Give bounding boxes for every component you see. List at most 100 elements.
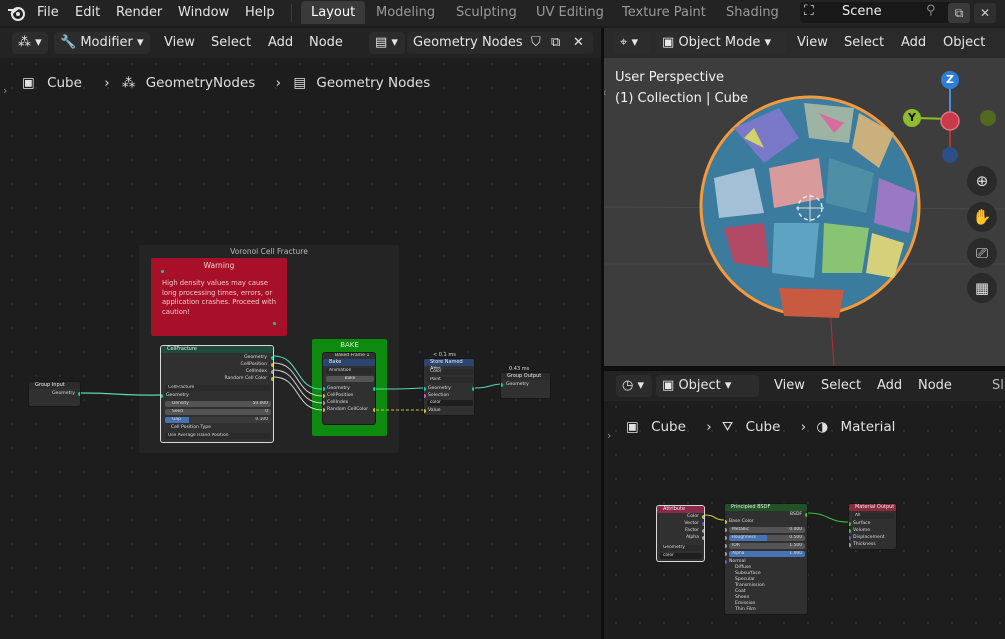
warning-frame[interactable]: Warning High density values may cause lo… bbox=[151, 258, 287, 336]
metallic-field[interactable]: Metallic 0.000 bbox=[729, 527, 805, 533]
domain-dropdown[interactable]: Point bbox=[427, 377, 473, 383]
input-socket[interactable] bbox=[424, 409, 426, 413]
input-socket[interactable] bbox=[725, 552, 727, 556]
tab-shading[interactable]: Shading bbox=[716, 1, 789, 24]
input-socket[interactable] bbox=[323, 394, 325, 398]
panel-label[interactable]: Cell Position Type bbox=[171, 425, 211, 431]
input-socket[interactable] bbox=[424, 387, 426, 391]
cell-position-type-dropdown[interactable]: Use Average Island Position bbox=[165, 433, 271, 439]
shield-icon[interactable]: ⛉ bbox=[531, 32, 541, 54]
input-socket[interactable] bbox=[849, 543, 851, 547]
input-socket[interactable] bbox=[161, 394, 163, 398]
menu-file[interactable]: File bbox=[32, 4, 64, 22]
shader-menu-add[interactable]: Add bbox=[877, 375, 902, 397]
geo-menu-node[interactable]: Node bbox=[309, 32, 343, 54]
shader-menu-slot[interactable]: Sl bbox=[992, 375, 1004, 397]
shader-menu-view[interactable]: View bbox=[774, 375, 805, 397]
input-socket[interactable] bbox=[849, 522, 851, 526]
geo-menu-select[interactable]: Select bbox=[211, 32, 251, 54]
tab-texture-paint[interactable]: Texture Paint bbox=[612, 1, 716, 24]
menu-window[interactable]: Window bbox=[173, 4, 234, 22]
output-socket[interactable] bbox=[702, 536, 704, 540]
geo-menu-add[interactable]: Add bbox=[268, 32, 293, 54]
input-socket[interactable] bbox=[323, 401, 325, 405]
geometry-node-editor[interactable]: ⁂ ▾ 🔧 Modifier ▾ View Select Add Node ▤ … bbox=[0, 28, 601, 639]
input-socket[interactable] bbox=[849, 536, 851, 540]
3d-viewport[interactable]: ⌖ ▾ ▣ Object Mode ▾ View Select Add Obje… bbox=[604, 28, 1005, 366]
alpha-field[interactable]: Alpha 1.000 bbox=[729, 551, 805, 557]
input-socket[interactable] bbox=[725, 528, 727, 532]
input-socket[interactable] bbox=[725, 544, 727, 548]
geo-menu-view[interactable]: View bbox=[164, 32, 195, 54]
input-socket[interactable] bbox=[725, 520, 727, 524]
sidebar-toggle-arrow[interactable]: › bbox=[607, 429, 611, 442]
node-group-selector[interactable]: CellFracture bbox=[165, 385, 271, 391]
sidebar-toggle-arrow[interactable]: › bbox=[3, 84, 7, 97]
seed-field[interactable]: Seed 0 bbox=[165, 409, 271, 415]
geometry-input-socket[interactable] bbox=[501, 383, 503, 387]
roughness-field[interactable]: Roughness 0.500 bbox=[729, 535, 805, 541]
output-socket[interactable] bbox=[373, 387, 375, 391]
pan-hand-icon[interactable]: ✋ bbox=[967, 202, 997, 232]
editor-type-button[interactable]: ⁂ ▾ bbox=[12, 32, 48, 54]
zoom-icon[interactable]: ⊕ bbox=[967, 166, 997, 196]
pin-icon[interactable]: ⚲ bbox=[926, 3, 936, 18]
output-socket[interactable] bbox=[702, 522, 704, 526]
node-tree-field[interactable]: Geometry Nodes ⛉ ⧉ ✕ bbox=[407, 32, 593, 54]
shader-editor[interactable]: ◷ ▾ ▣ Object ▾ View Select Add Node Sl ›… bbox=[604, 371, 1005, 639]
modifier-dropdown[interactable]: 🔧 Modifier ▾ bbox=[54, 32, 150, 54]
input-socket[interactable] bbox=[323, 408, 325, 412]
ior-field[interactable]: IOR 1.500 bbox=[729, 543, 805, 549]
node-tree-type-button[interactable]: ▤ ▾ bbox=[369, 32, 405, 54]
menu-help[interactable]: Help bbox=[240, 4, 280, 22]
breadcrumb-item[interactable]: Material bbox=[841, 419, 896, 435]
input-socket[interactable] bbox=[725, 560, 727, 564]
bake-node[interactable]: Baked Frame 1 Bake Animation Bake Geomet… bbox=[322, 352, 376, 425]
panel-thin-film[interactable]: Thin Film bbox=[735, 607, 756, 613]
output-socket[interactable] bbox=[271, 377, 273, 381]
attribute-name-field[interactable]: color bbox=[660, 553, 702, 559]
tab-uv-editing[interactable]: UV Editing bbox=[526, 1, 614, 24]
input-socket[interactable] bbox=[424, 394, 426, 398]
breadcrumb-item[interactable]: Cube bbox=[746, 419, 781, 435]
menu-edit[interactable]: Edit bbox=[70, 4, 105, 22]
attribute-type-dropdown[interactable]: Geometry bbox=[660, 545, 702, 551]
breadcrumb-item[interactable]: Cube bbox=[651, 419, 686, 435]
shader-menu-select[interactable]: Select bbox=[821, 375, 861, 397]
cell-fracture-node[interactable]: CellFracture Geometry CellPosition CellI… bbox=[160, 345, 274, 443]
new-scene-button[interactable]: ⧉ bbox=[948, 3, 970, 23]
output-socket[interactable] bbox=[271, 370, 273, 374]
group-output-node[interactable]: Group Output Geometry bbox=[500, 372, 551, 399]
input-socket[interactable] bbox=[849, 529, 851, 533]
geometry-output-socket[interactable] bbox=[78, 392, 80, 396]
material-output-node[interactable]: Material Output All Surface Volume Displ… bbox=[848, 503, 897, 550]
gap-field[interactable]: Gap 0.100 bbox=[165, 417, 271, 423]
bake-button[interactable]: Bake bbox=[326, 376, 374, 382]
output-socket[interactable] bbox=[271, 363, 273, 367]
duplicate-icon[interactable]: ⧉ bbox=[551, 32, 560, 54]
attribute-name-field[interactable]: color bbox=[427, 400, 473, 406]
editor-type-button[interactable]: ◷ ▾ bbox=[616, 375, 652, 397]
output-socket[interactable] bbox=[472, 387, 474, 391]
output-socket[interactable] bbox=[373, 408, 375, 412]
attribute-node[interactable]: Attribute Color Vector Factor Alpha Geom… bbox=[656, 505, 705, 562]
menu-render[interactable]: Render bbox=[111, 4, 167, 22]
density-field[interactable]: Density 50.000 bbox=[165, 401, 271, 407]
principled-bsdf-node[interactable]: Principled BSDF BSDF Base Color Metallic… bbox=[724, 503, 808, 615]
breadcrumb-item[interactable]: GeometryNodes bbox=[146, 75, 256, 91]
blender-logo-icon[interactable] bbox=[6, 4, 26, 22]
close-icon[interactable]: ✕ bbox=[573, 32, 584, 54]
breadcrumb-item[interactable]: Geometry Nodes bbox=[316, 75, 430, 91]
camera-icon[interactable]: ⎚ bbox=[967, 238, 997, 268]
shader-menu-node[interactable]: Node bbox=[918, 375, 952, 397]
input-socket[interactable] bbox=[725, 536, 727, 540]
output-socket[interactable] bbox=[271, 356, 273, 360]
breadcrumb-item[interactable]: Cube bbox=[47, 75, 82, 91]
perspective-grid-icon[interactable]: ▦ bbox=[967, 273, 997, 303]
store-named-attribute-node[interactable]: Store Named Attri... Color Point Geometr… bbox=[423, 358, 475, 416]
output-socket[interactable] bbox=[702, 529, 704, 533]
delete-scene-button[interactable]: ✕ bbox=[974, 3, 996, 23]
tab-layout[interactable]: Layout bbox=[301, 1, 366, 24]
target-dropdown[interactable]: All bbox=[852, 513, 894, 519]
output-socket[interactable] bbox=[702, 515, 704, 519]
